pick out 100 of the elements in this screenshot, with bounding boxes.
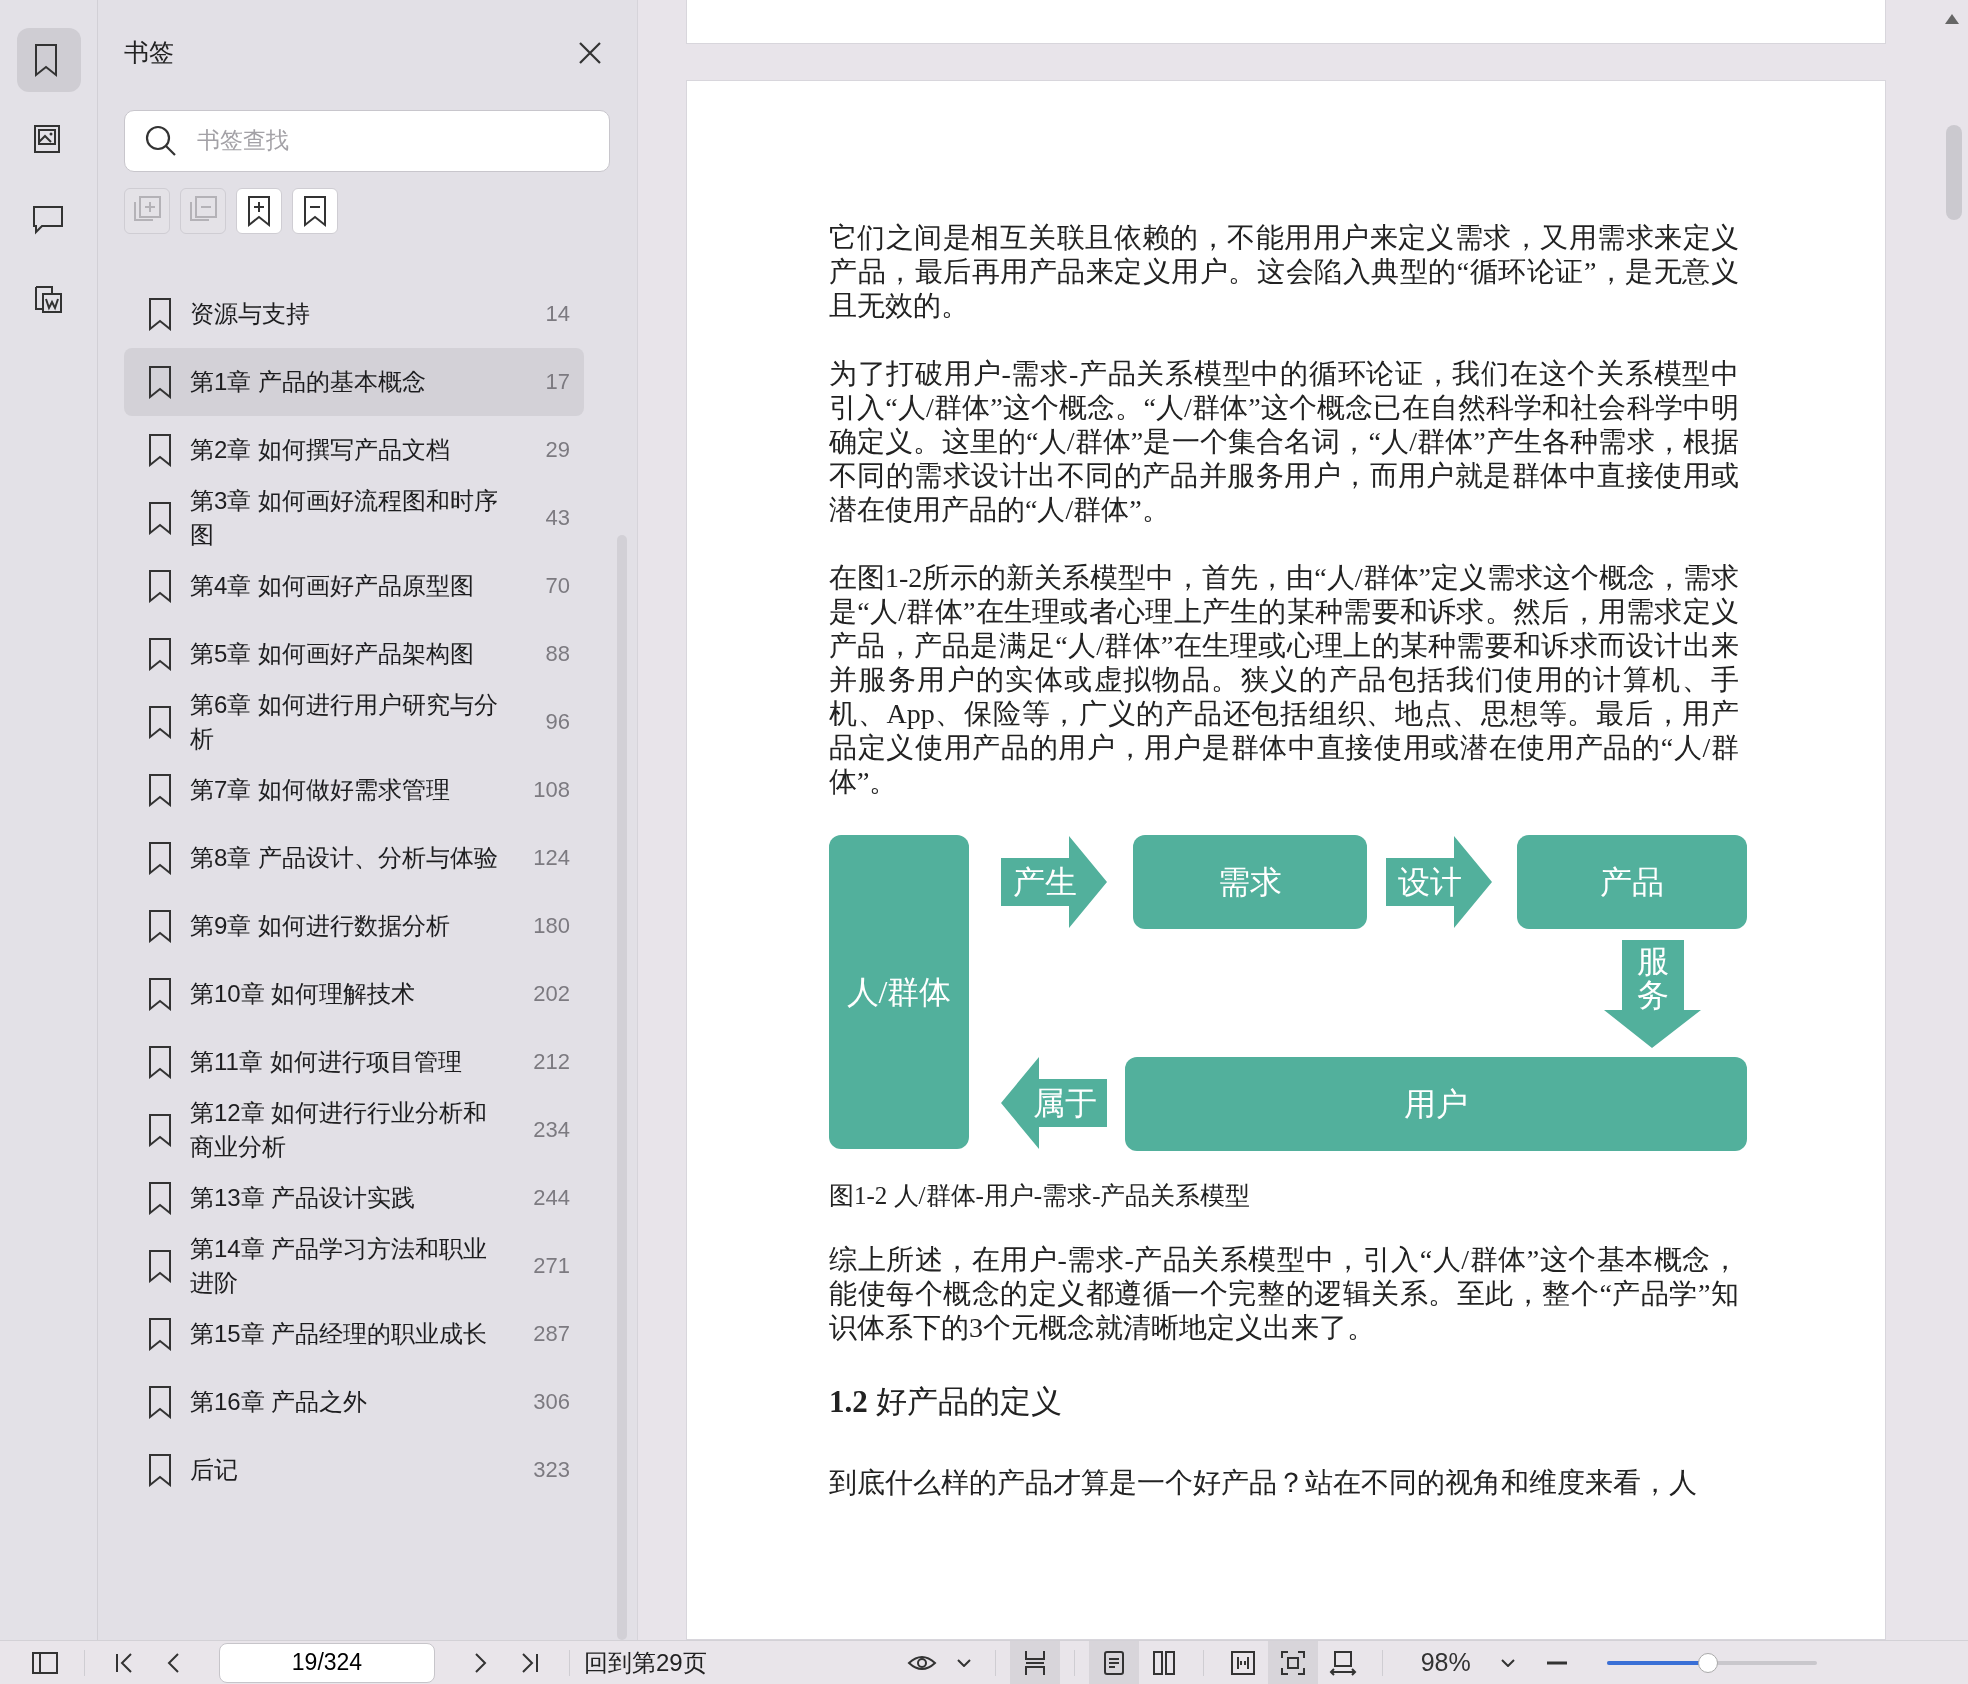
figure-caption: 图1-2 人/群体-用户-需求-产品关系模型 — [829, 1181, 1252, 1211]
bookmark-item[interactable]: 第11章 如何进行项目管理 212 — [124, 1027, 584, 1096]
bookmark-label: 第14章 产品学习方法和职业进阶 — [190, 1233, 489, 1298]
close-icon — [577, 39, 603, 66]
bookmark-label: 第9章 如何进行数据分析 — [190, 910, 451, 941]
bookmark-item[interactable]: 资源与支持 14 — [124, 279, 584, 348]
page-number: 29 — [545, 436, 570, 464]
bookmark-icon — [148, 1384, 172, 1419]
page-number: 287 — [533, 1320, 570, 1348]
bookmark-icon — [148, 1112, 172, 1147]
search-field[interactable]: 书签查找 — [124, 109, 610, 172]
body-paragraph: 为了打破用户-需求-产品关系模型中的循环论证，我们在这个关系模型中引入“人/群体”这个概念。“人/群体”这个概念已在自然科学和社会科学中明确定义。这里的“人/群体”是一个集合名词，“人/群体”产生各种需求，根据不同的需求设计出不同的产品并服务用户，而用户就是群体中直接使用或潜在使用产品的“人/群体”。 — [829, 357, 1739, 527]
page-number: 271 — [533, 1252, 570, 1280]
bookmark-icon — [148, 1248, 172, 1283]
single-page-button[interactable] — [1088, 1640, 1139, 1684]
page-field[interactable]: 19/324 — [219, 1642, 435, 1683]
bookmark-label: 资源与支持 — [190, 298, 311, 329]
bookmark-icon — [148, 704, 172, 739]
bookmark-label: 第6章 如何进行用户研究与分析 — [190, 689, 499, 754]
bookmark-icon — [148, 772, 172, 807]
bookmark-label: 第2章 如何撰写产品文档 — [190, 434, 451, 465]
bookmark-icon — [148, 1316, 172, 1351]
search-icon — [144, 123, 178, 158]
page-number: 202 — [533, 980, 570, 1008]
page-number: 124 — [533, 844, 570, 872]
page-number: 180 — [533, 912, 570, 940]
page-number: 43 — [545, 504, 570, 532]
bookmark-icon — [148, 1180, 172, 1215]
continuous-scroll-button[interactable] — [1009, 1640, 1060, 1684]
section-heading: 1.2 好产品的定义 — [829, 1383, 1063, 1421]
diagram-box: 产品 — [1517, 835, 1747, 929]
bookmark-item[interactable]: 第6章 如何进行用户研究与分析 96 — [124, 687, 584, 756]
bookmark-label: 第10章 如何理解技术 — [190, 978, 417, 1009]
page-number: 70 — [545, 572, 570, 600]
bookmark-item[interactable]: 后记 323 — [124, 1435, 584, 1504]
zoom-caret-icon — [1500, 1658, 1515, 1667]
bookmark-label: 第1章 产品的基本概念 — [190, 366, 427, 397]
page-number: 244 — [533, 1184, 570, 1212]
add-bookmark-button[interactable] — [236, 187, 282, 234]
page-number: 88 — [545, 640, 570, 668]
bookmark-item[interactable]: 第16章 产品之外 306 — [124, 1367, 584, 1436]
bookmark-item[interactable]: 第2章 如何撰写产品文档 29 — [124, 415, 584, 484]
back-link[interactable]: 回到第29页 — [584, 1644, 707, 1681]
bookmark-item[interactable]: 第7章 如何做好需求管理 108 — [124, 755, 584, 824]
diagram-arrow: 设计 — [1386, 836, 1492, 928]
page-number: 17 — [545, 368, 570, 396]
diagram-arrow: 产生 — [1001, 836, 1107, 928]
bookmark-item[interactable]: 第3章 如何画好流程图和时序图 43 — [124, 483, 584, 552]
scroll-up-icon[interactable] — [1945, 14, 1959, 24]
diagram-box: 人/群体 — [829, 835, 969, 1149]
page-number: 234 — [533, 1116, 570, 1144]
bookmark-item[interactable]: 第9章 如何进行数据分析 180 — [124, 891, 584, 960]
bookmark-item[interactable]: 第13章 产品设计实践 244 — [124, 1163, 584, 1232]
bookmark-item[interactable]: 第1章 产品的基本概念 17 — [124, 347, 584, 416]
bookmark-label: 第16章 产品之外 — [190, 1386, 369, 1417]
bookmark-item[interactable]: 第10章 如何理解技术 202 — [124, 959, 584, 1028]
bookmark-icon — [148, 976, 172, 1011]
page-number: 323 — [533, 1456, 570, 1484]
diagram-arrow: 服务 — [1604, 940, 1701, 1048]
bookmark-icon — [148, 636, 172, 671]
body-paragraph: 到底什么样的产品才算是一个好产品？站在不同的视角和维度来看，人 — [829, 1465, 1698, 1500]
bookmark-icon — [148, 432, 172, 467]
panel-title: 书签 — [124, 37, 174, 68]
page-number: 108 — [533, 776, 570, 804]
bookmark-label: 第11章 如何进行项目管理 — [190, 1046, 463, 1077]
diagram-arrow: 属于 — [1001, 1057, 1107, 1149]
body-paragraph: 综上所述，在用户-需求-产品关系模型中，引入“人/群体”这个基本概念，能使每个概念的定义都遵循一个完整的逻辑关系。至此，整个“产品学”知识体系下的3个元概念就清晰地定义出来了。 — [829, 1243, 1739, 1345]
zoom-out-icon — [1546, 1660, 1567, 1665]
bookmark-label: 第13章 产品设计实践 — [190, 1182, 417, 1213]
page-number: 96 — [545, 708, 570, 736]
bookmark-label: 后记 — [190, 1454, 239, 1485]
bookmark-item[interactable]: 第5章 如何画好产品架构图 88 — [124, 619, 584, 688]
fit-page-button[interactable] — [1267, 1640, 1318, 1684]
page-number: 212 — [533, 1048, 570, 1076]
scrollbar-thumb[interactable] — [1946, 125, 1962, 220]
bookmark-item[interactable]: 第15章 产品经理的职业成长 287 — [124, 1299, 584, 1368]
bookmark-item[interactable]: 第4章 如何画好产品原型图 70 — [124, 551, 584, 620]
bookmark-tab[interactable] — [16, 28, 81, 92]
remove-bookmark-button[interactable] — [292, 187, 338, 234]
bookmark-icon — [148, 500, 172, 535]
bookmark-icon — [148, 568, 172, 603]
bookmark-item[interactable]: 第8章 产品设计、分析与体验 124 — [124, 823, 584, 892]
body-paragraph: 它们之间是相互关联且依赖的，不能用用户来定义需求，又用需求来定义产品，最后再用产品来定义用户。这会陷入典型的“循环论证”，是无意义且无效的。 — [829, 221, 1739, 323]
diagram-box: 用户 — [1125, 1057, 1747, 1151]
zoom-slider[interactable] — [1606, 1651, 1817, 1674]
bookmark-icon — [148, 908, 172, 943]
bookmark-label: 第4章 如何画好产品原型图 — [190, 570, 475, 601]
bookmark-label: 第15章 产品经理的职业成长 — [190, 1318, 489, 1349]
bookmark-icon — [148, 364, 172, 399]
bookmark-label: 第12章 如何进行行业分析和商业分析 — [190, 1097, 489, 1162]
page-number: 14 — [545, 300, 570, 328]
bookmark-icon — [148, 840, 172, 875]
page-number: 306 — [533, 1388, 570, 1416]
bookmark-label: 第3章 如何画好流程图和时序图 — [190, 485, 499, 550]
bookmark-item[interactable]: 第14章 产品学习方法和职业进阶 271 — [124, 1231, 584, 1300]
bookmark-icon — [148, 1044, 172, 1079]
zoom-level: 98% — [1420, 1646, 1472, 1678]
bookmark-item[interactable]: 第12章 如何进行行业分析和商业分析 234 — [124, 1095, 584, 1164]
bookmark-icon — [148, 296, 172, 331]
bookmark-icon — [148, 1452, 172, 1487]
